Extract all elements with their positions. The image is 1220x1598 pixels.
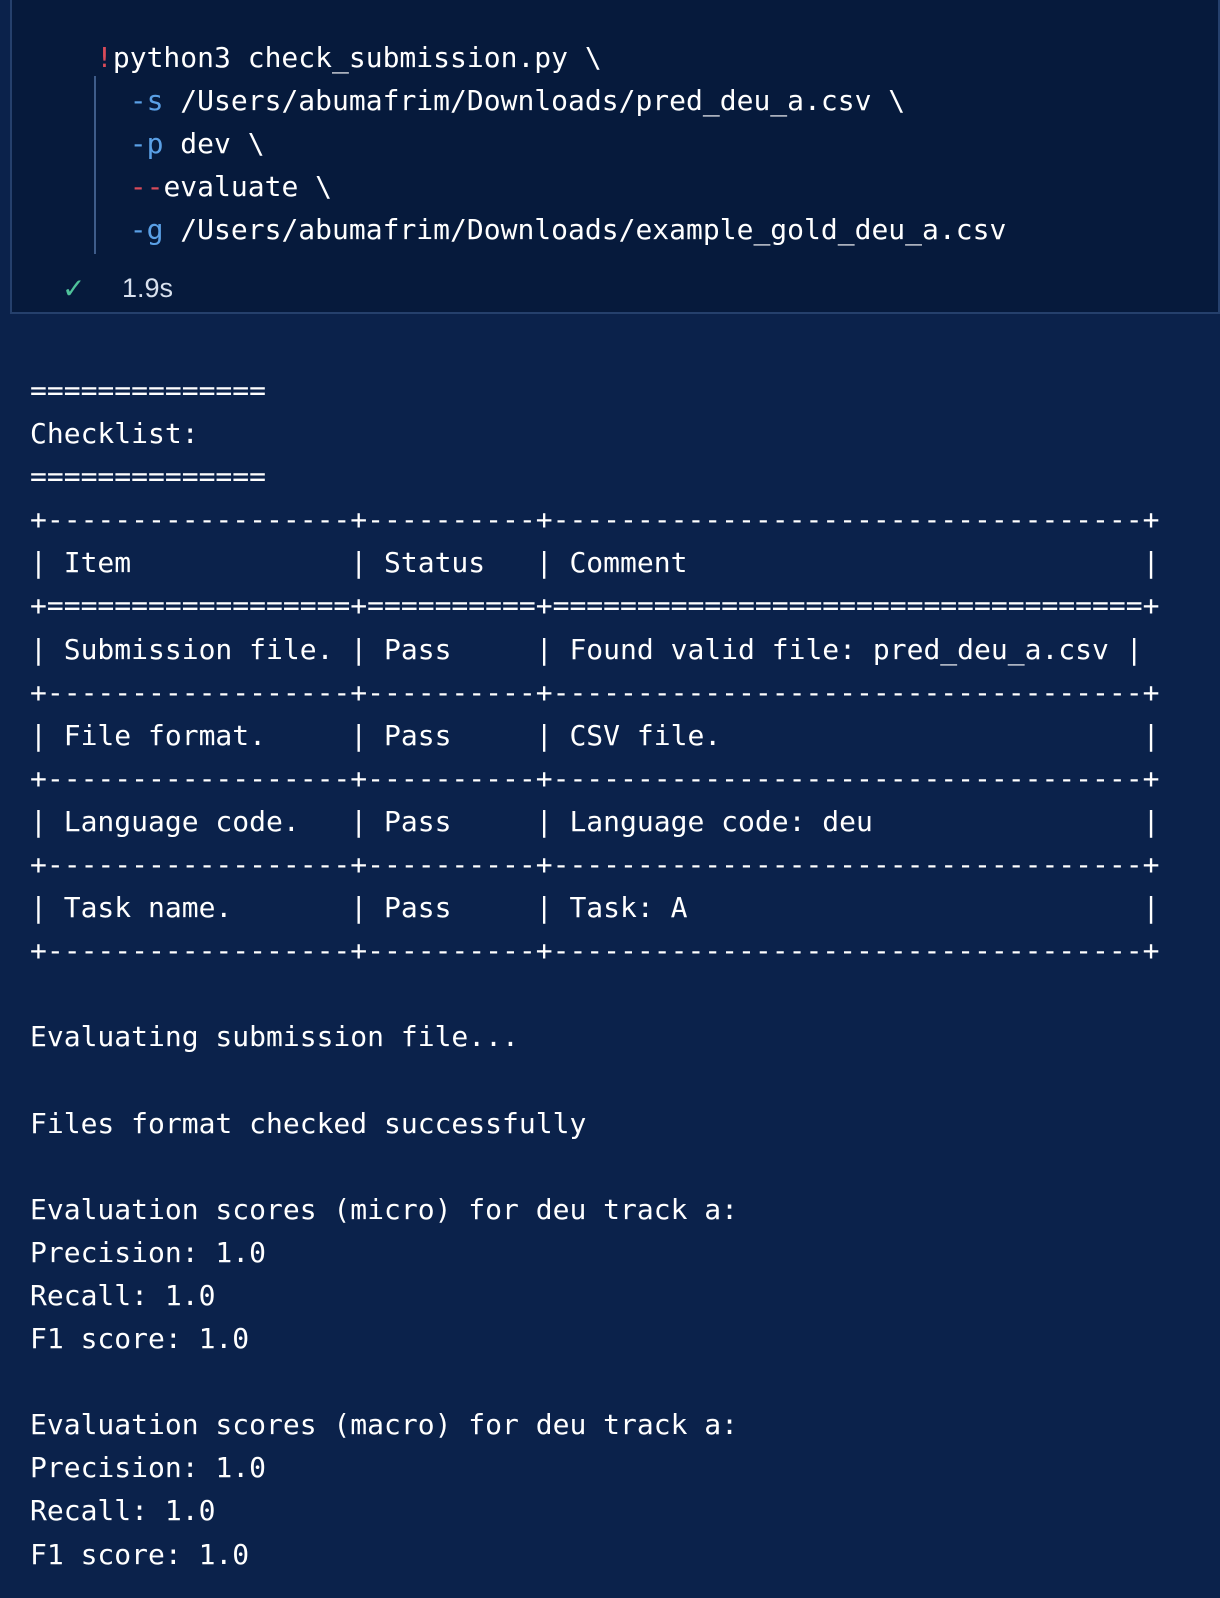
check-icon: ✓ [62,271,86,305]
flag-p: -p [129,127,164,160]
command-block[interactable]: !python3 check_submission.py \ -s /Users… [96,36,1006,251]
execution-duration: 1.9s [122,272,174,303]
table-border: +------------------+----------+---------… [30,761,1160,795]
flag-s: -s [129,84,164,117]
micro-precision: Precision: 1.0 [30,1235,267,1269]
evaluating-message: Evaluating submission file... [30,1020,519,1054]
command-line-5: -g /Users/abumafrim/Downloads/example_go… [129,213,1007,246]
macro-recall: Recall: 1.0 [30,1494,216,1528]
format-ok-message: Files format checked successfully [30,1106,587,1140]
command-line-4: --evaluate \ [129,170,333,203]
flag-g: -g [129,213,164,246]
cell-output: ============== Checklist: ============== +-… [30,369,1159,1576]
table-row: | Language code. | Pass | Language code:… [30,804,1160,838]
execution-status: ✓ 1.9s [62,268,173,308]
shell-bang: ! [96,41,113,74]
macro-heading: Evaluation scores (macro) for deu track … [30,1408,739,1442]
table-border: +------------------+----------+---------… [30,934,1160,968]
code-cell[interactable]: !python3 check_submission.py \ -s /Users… [10,0,1220,314]
table-row: | File format. | Pass | CSV file. | [30,718,1160,752]
micro-f1: F1 score: 1.0 [30,1322,250,1356]
macro-precision: Precision: 1.0 [30,1451,267,1485]
command-line-3: -p dev \ [129,127,265,160]
rule-line: ============== [30,374,267,407]
table-row: | Submission file. | Pass | Found valid … [30,632,1143,666]
table-row: | Task name. | Pass | Task: A | [30,891,1160,925]
table-border: +------------------+----------+---------… [30,848,1160,882]
table-border: +------------------+----------+---------… [30,503,1160,537]
command-line-2: -s /Users/abumafrim/Downloads/pred_deu_a… [129,84,906,117]
macro-f1: F1 score: 1.0 [30,1537,250,1571]
micro-recall: Recall: 1.0 [30,1278,216,1312]
command-line-1: !python3 check_submission.py \ [96,41,602,74]
flag-dashes: -- [129,170,164,203]
table-header-row: | Item | Status | Comment | [30,546,1160,580]
table-border: +------------------+----------+---------… [30,675,1160,709]
table-header-separator: +==================+==========+=========… [30,589,1160,623]
checklist-title: Checklist: [30,417,199,451]
micro-heading: Evaluation scores (micro) for deu track … [30,1192,739,1226]
rule-line: ============== [30,460,267,494]
